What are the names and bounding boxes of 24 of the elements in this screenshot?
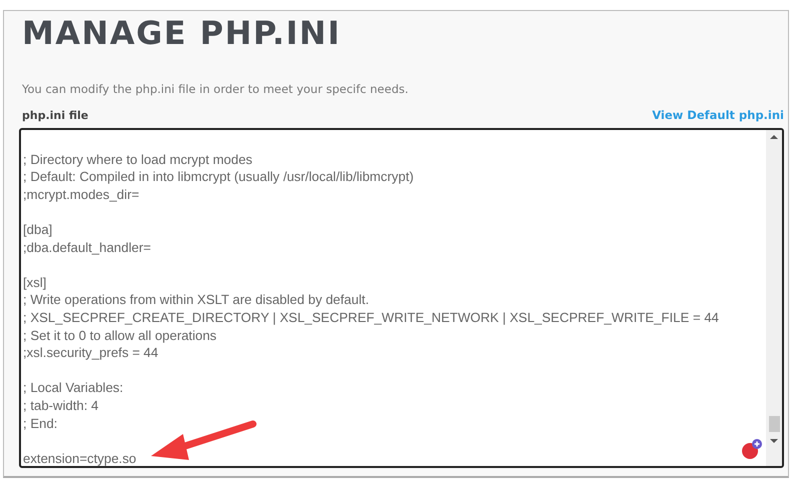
- code-line: ; Directory where to load mcrypt modes: [23, 150, 254, 168]
- code-line: ;mcrypt.modes_dir=: [23, 186, 140, 204]
- code-line: ; Local Variables:: [23, 379, 124, 397]
- code-line: extension=ctype.so: [23, 450, 138, 466]
- field-label: php.ini file: [22, 108, 88, 122]
- code-line: ; Set it to 0 to allow all operations: [23, 326, 218, 344]
- code-line: [xsl]: [23, 274, 48, 292]
- code-line: ;xsl.security_prefs = 44: [23, 344, 160, 362]
- scroll-thumb[interactable]: [768, 416, 780, 432]
- code-line: ; tab-width: 4: [23, 396, 100, 414]
- view-default-link[interactable]: View Default php.ini: [652, 108, 784, 122]
- scrollbar[interactable]: [766, 130, 782, 466]
- scroll-up-icon[interactable]: [770, 134, 778, 140]
- code-line: ; Default: Compiled in into libmcrypt (usually /usr/local/lib/libmcrypt): [23, 168, 415, 186]
- extension-icon[interactable]: [741, 438, 763, 460]
- code-line: ;dba.default_handler=: [23, 238, 152, 256]
- code-line: ; XSL_SECPREF_CREATE_DIRECTORY | XSL_SECPREF_WRITE_NETWORK | XSL_SECPREF_WRITE_FILE = 44: [23, 308, 720, 327]
- description-text: You can modify the php.ini file in order to meet your specifc needs.: [22, 82, 410, 96]
- code-line: [dba]: [23, 220, 54, 239]
- page-title: MANAGE PHP.INI: [22, 14, 342, 52]
- code-line: ; Write operations from within XSLT are disabled by default.: [23, 291, 370, 309]
- code-line: ; End:: [23, 414, 58, 432]
- php-ini-editor[interactable]: [19, 128, 784, 468]
- scroll-down-icon[interactable]: [770, 438, 778, 444]
